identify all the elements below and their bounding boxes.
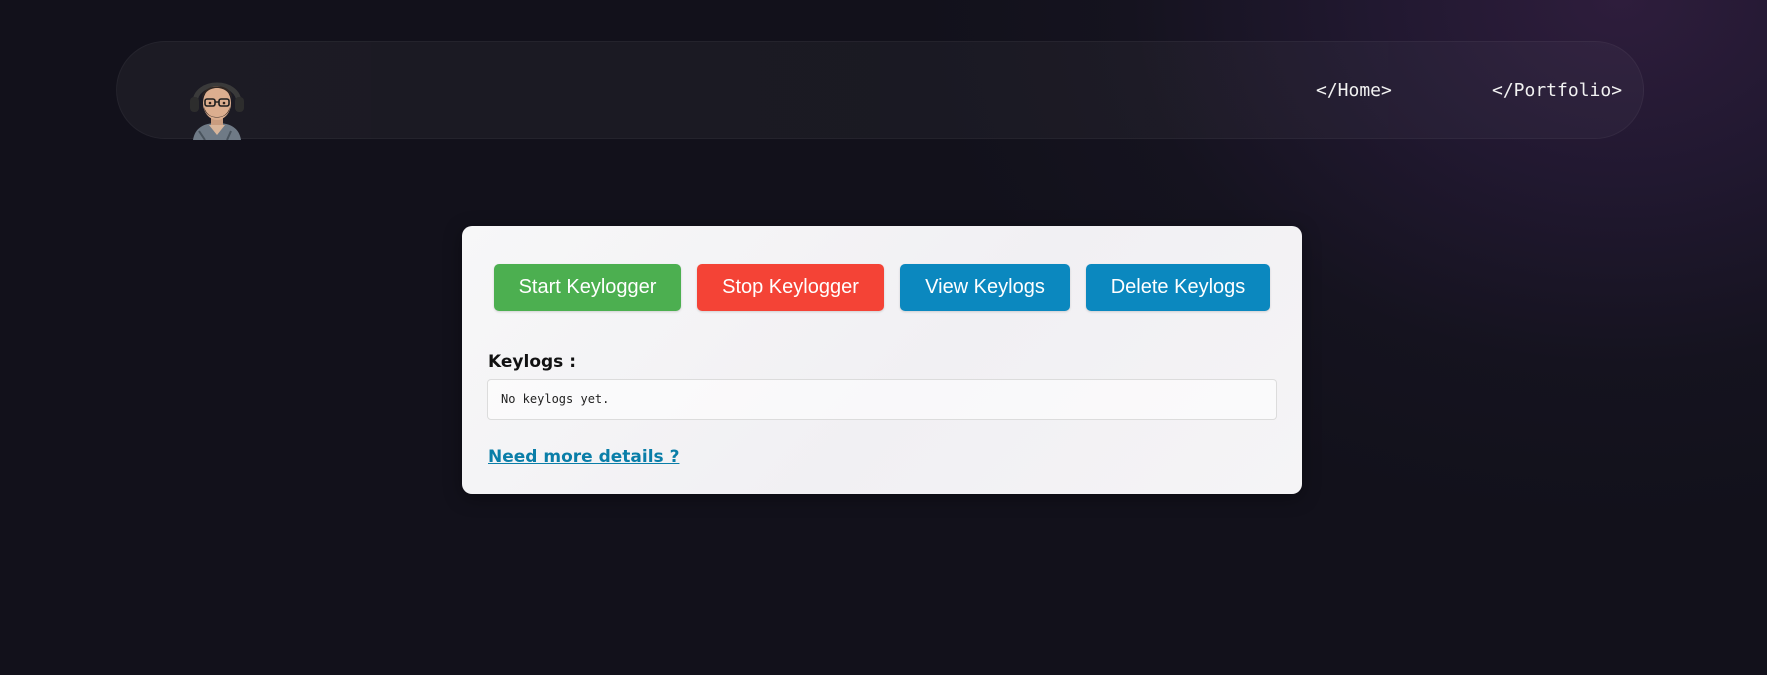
delete-keylogs-button[interactable]: Delete Keylogs [1086,264,1270,311]
keylogs-content: No keylogs yet. [501,392,610,406]
top-navbar: </Home> </Portfolio> [116,41,1644,140]
keylogs-heading: Keylogs : [488,352,576,372]
need-more-details-link[interactable]: Need more details ? [488,447,679,467]
view-keylogs-button[interactable]: View Keylogs [900,264,1070,311]
keylogger-panel: Start Keylogger Stop Keylogger View Keyl… [462,226,1302,494]
keylogs-output: No keylogs yet. [487,379,1277,420]
start-keylogger-button[interactable]: Start Keylogger [494,264,681,311]
nav-portfolio-link[interactable]: </Portfolio> [1492,80,1622,101]
nav-home-link[interactable]: </Home> [1316,80,1392,101]
memoji-avatar-icon [190,82,244,140]
avatar[interactable] [187,69,247,140]
stop-keylogger-button[interactable]: Stop Keylogger [697,264,884,311]
